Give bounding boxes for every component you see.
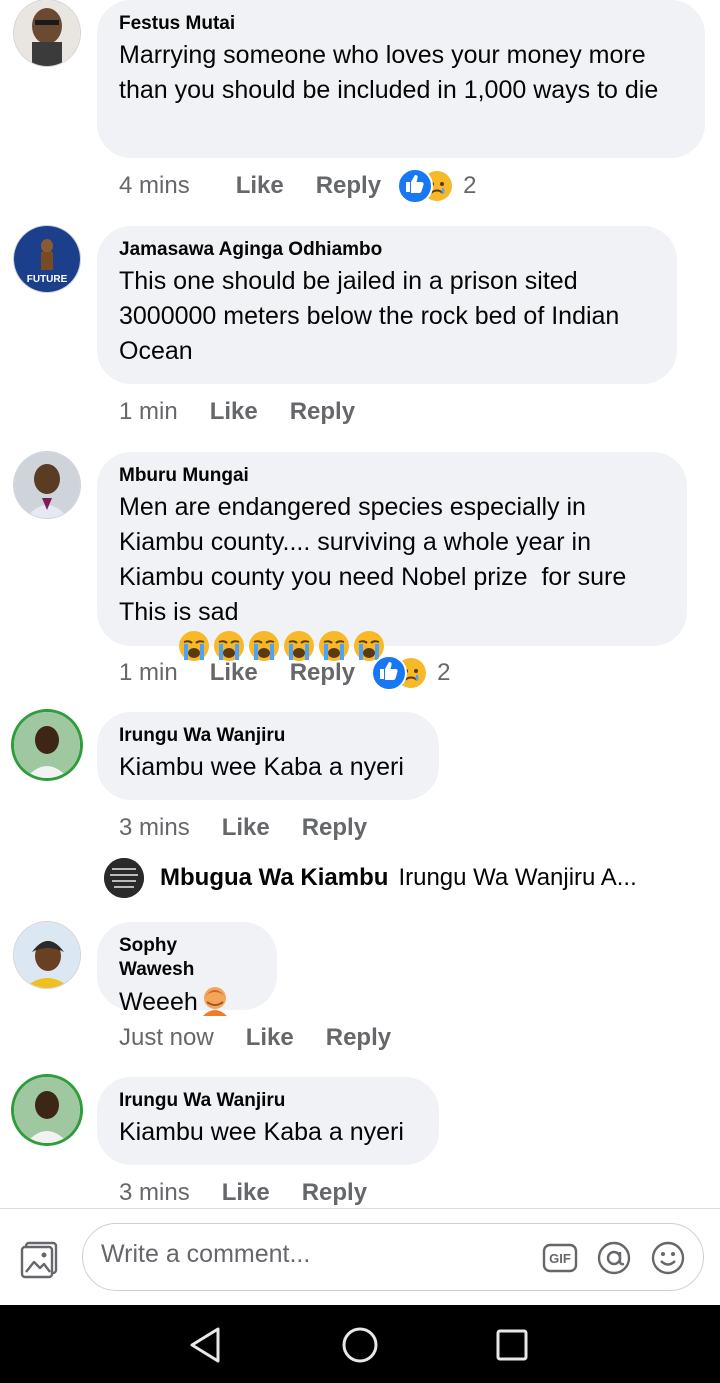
reply-preview[interactable]: Mbugua Wa Kiambu Irungu Wa Wanjiru A... [104, 858, 637, 898]
reply-button[interactable]: Reply [302, 814, 367, 842]
home-circle-icon[interactable] [340, 1325, 380, 1365]
comment-author[interactable]: Irungu Wa Wanjiru [119, 1089, 417, 1113]
comment-text-line: Men are endangered species especially in [119, 493, 586, 521]
comment-bubble: Festus Mutai Marrying someone who loves … [97, 0, 705, 158]
comment-bubble: Sophy Wawesh Weeeh [97, 922, 277, 1016]
reaction-count: 2 [437, 659, 451, 686]
reply-author[interactable]: Mbugua Wa Kiambu [160, 864, 388, 892]
reply-button[interactable]: Reply [290, 398, 355, 426]
like-button[interactable]: Like [246, 1024, 294, 1052]
comment-bubble: Jamasawa Aginga Odhiambo This one should… [97, 226, 677, 384]
comment-bubble: Mburu Mungai Men are endangered species … [97, 452, 687, 661]
avatar-text: FUTURE [27, 274, 68, 285]
facepalm-person-icon [202, 987, 227, 1016]
reply-button[interactable]: Reply [290, 659, 355, 687]
comment-input-box[interactable]: GIF [82, 1223, 704, 1291]
comment-composer: GIF [0, 1208, 720, 1306]
avatar[interactable] [14, 1077, 80, 1143]
reactions[interactable]: 2 [397, 168, 476, 204]
smiley-icon[interactable] [650, 1240, 686, 1276]
thumbs-up-icon [397, 168, 434, 204]
comment-author[interactable]: Mburu Mungai [119, 464, 665, 488]
avatar[interactable]: FUTURE [14, 226, 80, 292]
comment-time[interactable]: 3 mins [119, 1179, 190, 1207]
comment-actions: 4 mins Like Reply 2 [119, 166, 476, 206]
system-nav-bar [0, 1305, 720, 1383]
comment-time[interactable]: 4 mins [119, 172, 190, 200]
reply-snippet[interactable]: Irungu Wa Wanjiru A... [398, 864, 636, 892]
avatar[interactable] [14, 922, 80, 988]
comment-author[interactable]: Irungu Wa Wanjiru [119, 724, 417, 748]
reply-button[interactable]: Reply [302, 1179, 367, 1207]
like-button[interactable]: Like [222, 814, 270, 842]
comment-text: Kiambu wee Kaba a nyeri [119, 1118, 404, 1146]
avatar[interactable] [14, 452, 80, 518]
comment-text-line: This is sad [119, 598, 239, 626]
at-icon[interactable] [596, 1240, 632, 1276]
recents-square-icon[interactable] [492, 1325, 532, 1365]
comment-author[interactable]: Festus Mutai [119, 12, 683, 36]
gif-icon[interactable]: GIF [542, 1240, 578, 1276]
like-button[interactable]: Like [210, 398, 258, 426]
comment-bubble: Irungu Wa Wanjiru Kiambu wee Kaba a nyer… [97, 1077, 439, 1165]
comment-time[interactable]: Just now [119, 1024, 214, 1052]
comment-bubble: Irungu Wa Wanjiru Kiambu wee Kaba a nyer… [97, 712, 439, 800]
comment-text: Kiambu wee Kaba a nyeri [119, 753, 404, 781]
photo-icon[interactable] [20, 1239, 60, 1279]
like-button[interactable]: Like [222, 1179, 270, 1207]
comment-text-line: Kiambu county.... surviving a whole year… [119, 528, 591, 556]
avatar[interactable] [14, 0, 80, 66]
comment-time[interactable]: 1 min [119, 659, 178, 687]
comment-actions: 1 min Like Reply 2 [119, 653, 450, 693]
comment-text-line: Kiambu county you need Nobel prize for s… [119, 563, 627, 591]
like-button[interactable]: Like [236, 172, 284, 200]
comment-text: This one should be jailed in a prison si… [119, 267, 627, 365]
comment-time[interactable]: 3 mins [119, 814, 190, 842]
comment-actions: Just now Like Reply [119, 1018, 391, 1058]
reaction-count: 2 [463, 172, 477, 199]
comment-text: Weeeh [119, 988, 198, 1016]
comment-time[interactable]: 1 min [119, 398, 178, 426]
avatar[interactable] [104, 858, 144, 898]
gif-label: GIF [549, 1251, 571, 1266]
comment-author[interactable]: Sophy Wawesh [119, 934, 255, 982]
like-button[interactable]: Like [210, 659, 258, 687]
comment-actions: 3 mins Like Reply [119, 808, 367, 848]
reactions[interactable]: 2 [371, 655, 450, 691]
avatar[interactable] [14, 712, 80, 778]
thumbs-up-icon [371, 655, 408, 691]
reply-button[interactable]: Reply [316, 172, 381, 200]
comment-text-row: Weeeh [119, 984, 255, 1020]
comment-actions: 3 mins Like Reply [119, 1173, 367, 1213]
comment-author[interactable]: Jamasawa Aginga Odhiambo [119, 238, 655, 262]
comment-actions: 1 min Like Reply [119, 392, 355, 432]
reply-button[interactable]: Reply [326, 1024, 391, 1052]
comment-text: Marrying someone who loves your money mo… [119, 41, 659, 104]
comment-input[interactable] [101, 1240, 521, 1269]
back-triangle-icon[interactable] [186, 1325, 226, 1365]
